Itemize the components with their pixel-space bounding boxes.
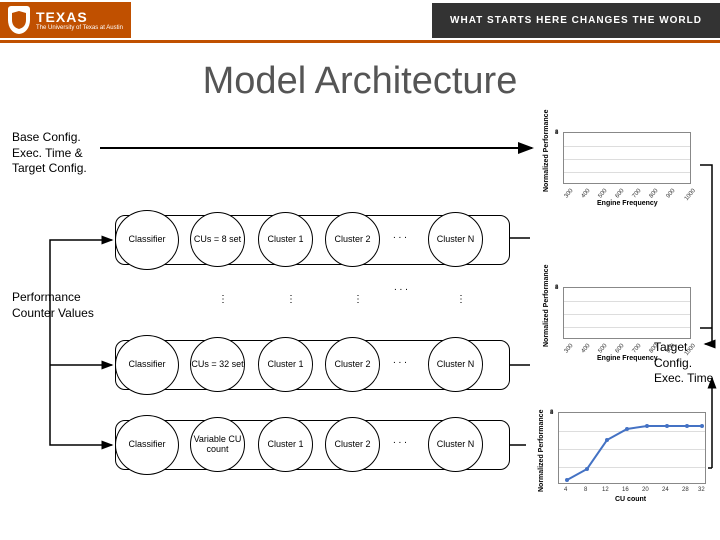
chart3-xt0: 4: [564, 487, 567, 493]
classifier-node-3: Classifier: [115, 415, 179, 475]
logo-bar: TEXAS The University of Texas at Austin: [0, 2, 131, 38]
chart1-xt7: 1000: [684, 188, 697, 202]
chart3-xlabel: CU count: [615, 496, 646, 503]
header: TEXAS The University of Texas at Austin …: [0, 0, 720, 40]
chart-engine-freq-1: Normalized Performance 4 3 2 1 0 300 400…: [535, 130, 695, 205]
label-base-config: Base Config. Exec. Time & Target Config.: [12, 130, 112, 177]
chart2-xt3: 600: [615, 343, 626, 355]
chart3-xt5: 24: [662, 487, 669, 493]
clusterN-node-r1: Cluster N: [428, 212, 483, 267]
chart2-ytick-0: 0: [555, 285, 558, 291]
chart1-xt3: 600: [615, 188, 626, 200]
classifier-node-2: Classifier: [115, 335, 179, 395]
hdots-r3: . . .: [393, 435, 407, 446]
hdots-r1: . . .: [393, 230, 407, 241]
chart2-xt4: 700: [632, 343, 643, 355]
cluster2-node-r1: Cluster 2: [325, 212, 380, 267]
chart2-xt6: 900: [666, 343, 677, 355]
chart3-xt2: 12: [602, 487, 609, 493]
cluster1-node-r1: Cluster 1: [258, 212, 313, 267]
chart1-xt5: 800: [649, 188, 660, 200]
cluster2-node-r3: Cluster 2: [325, 417, 380, 472]
chart2-xt7: 1000: [684, 343, 697, 357]
chart3-ylabel: Normalized Performance: [538, 410, 545, 492]
chart3-plot: [558, 412, 706, 484]
logo: TEXAS The University of Texas at Austin: [0, 2, 131, 38]
chart3-xt3: 16: [622, 487, 629, 493]
vdots-3: ⋮: [353, 294, 363, 305]
chart1-xt2: 500: [598, 188, 609, 200]
cluster1-node-r2: Cluster 1: [258, 337, 313, 392]
cluster2-node-r2: Cluster 2: [325, 337, 380, 392]
chart1-xt0: 300: [564, 188, 575, 200]
chart2-xt1: 400: [581, 343, 592, 355]
label-perf-counter: Performance Counter Values: [12, 290, 112, 321]
hdots-mid: . . .: [394, 282, 408, 293]
chart2-xt5: 800: [649, 343, 660, 355]
chart3-xt7: 32: [698, 487, 705, 493]
chart3-ytick-0: 0: [550, 410, 553, 416]
chart1-plot: [563, 132, 691, 184]
chart2-xt2: 500: [598, 343, 609, 355]
cus32-node: CUs = 32 set: [190, 337, 245, 392]
chart3-xt4: 20: [642, 487, 649, 493]
logo-text-big: TEXAS: [36, 9, 123, 25]
chart2-xt0: 300: [564, 343, 575, 355]
classifier-node-1: Classifier: [115, 210, 179, 270]
variable-cu-node: Variable CU count: [190, 417, 245, 472]
chart1-xt6: 900: [666, 188, 677, 200]
cluster1-node-r3: Cluster 1: [258, 417, 313, 472]
chart2-xlabel: Engine Frequency: [597, 355, 658, 362]
chart1-xt1: 400: [581, 188, 592, 200]
divider: [0, 40, 720, 43]
chart2-plot: [563, 287, 691, 339]
logo-text-small: The University of Texas at Austin: [36, 25, 123, 31]
page-title: Model Architecture: [0, 60, 720, 103]
chart2-ylabel: Normalized Performance: [543, 265, 550, 347]
chart3-xt6: 28: [682, 487, 689, 493]
clusterN-node-r2: Cluster N: [428, 337, 483, 392]
tagline: WHAT STARTS HERE CHANGES THE WORLD: [432, 3, 720, 38]
hdots-r2: . . .: [393, 355, 407, 366]
clusterN-node-r3: Cluster N: [428, 417, 483, 472]
shield-icon: [8, 6, 30, 34]
vdots-1: ⋮: [218, 294, 228, 305]
chart3-xt1: 8: [584, 487, 587, 493]
chart-engine-freq-2: Normalized Performance 4 3 2 1 0 300 400…: [535, 285, 695, 360]
vdots-2: ⋮: [286, 294, 296, 305]
chart1-xt4: 700: [632, 188, 643, 200]
chart-cu-count: Normalized Performance 4 3 2 1 0 4 8 12 …: [530, 410, 710, 510]
chart1-ylabel: Normalized Performance: [543, 110, 550, 192]
diagram-stage: Base Config. Exec. Time & Target Config.…: [0, 130, 720, 530]
chart1-xlabel: Engine Frequency: [597, 200, 658, 207]
chart1-ytick-0: 0: [555, 130, 558, 136]
vdots-4: ⋮: [456, 294, 466, 305]
cus8-node: CUs = 8 set: [190, 212, 245, 267]
